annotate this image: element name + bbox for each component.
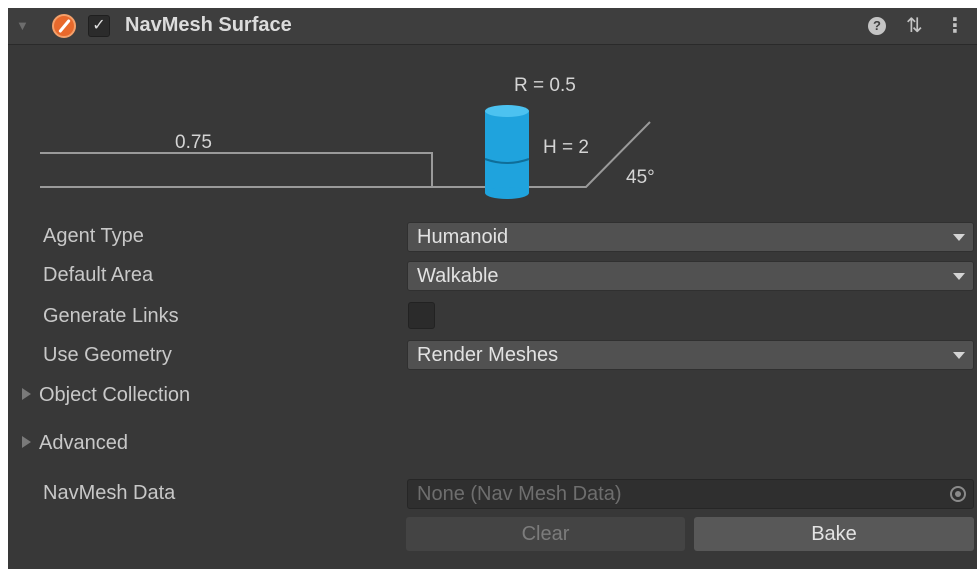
navmesh-data-value: None (Nav Mesh Data)	[417, 483, 622, 505]
advanced-label: Advanced	[39, 432, 128, 454]
use-geometry-label: Use Geometry	[43, 344, 172, 366]
dropdown-arrow-icon	[953, 273, 965, 280]
agent-cylinder-top	[485, 105, 529, 117]
slope-label: 45°	[626, 167, 655, 188]
clear-button[interactable]: Clear	[406, 517, 685, 551]
foldout-arrow-icon	[22, 436, 31, 448]
agent-cylinder	[485, 111, 529, 193]
default-area-value: Walkable	[417, 265, 499, 287]
advanced-foldout[interactable]: Advanced	[22, 432, 128, 455]
help-icon[interactable]: ?	[868, 17, 886, 35]
foldout-arrow-icon	[22, 388, 31, 400]
navmesh-surface-inspector: ▼ ✓ NavMesh Surface ? ⇅ ⋮ 0.75 R = 0.5 H…	[8, 8, 977, 569]
navmesh-data-label: NavMesh Data	[43, 482, 176, 504]
default-area-label: Default Area	[43, 264, 154, 286]
navmesh-surface-icon	[52, 14, 76, 38]
agent-type-label: Agent Type	[43, 225, 144, 247]
object-collection-foldout[interactable]: Object Collection	[22, 384, 190, 407]
component-enabled-checkbox[interactable]: ✓	[88, 15, 110, 37]
object-picker-icon[interactable]	[950, 486, 966, 502]
component-header[interactable]: ▼ ✓ NavMesh Surface ? ⇅ ⋮	[8, 8, 977, 45]
object-collection-label: Object Collection	[39, 384, 191, 406]
use-geometry-dropdown[interactable]: Render Meshes	[407, 340, 974, 370]
radius-label: R = 0.5	[514, 75, 576, 96]
collapse-arrow-icon[interactable]: ▼	[16, 18, 29, 33]
dropdown-arrow-icon	[953, 352, 965, 359]
agent-type-dropdown[interactable]: Humanoid	[407, 222, 974, 252]
generate-links-checkbox[interactable]	[408, 302, 435, 329]
step-height-label: 0.75	[175, 132, 212, 153]
dropdown-arrow-icon	[953, 234, 965, 241]
agent-diagram-svg: 0.75 R = 0.5 H = 2 45°	[40, 75, 655, 199]
navmesh-data-field[interactable]: None (Nav Mesh Data)	[407, 479, 974, 509]
default-area-dropdown[interactable]: Walkable	[407, 261, 974, 291]
context-menu-icon[interactable]: ⋮	[945, 13, 965, 38]
agent-cylinder-bottom	[485, 187, 529, 199]
height-label: H = 2	[543, 137, 589, 158]
use-geometry-value: Render Meshes	[417, 344, 559, 366]
presets-icon[interactable]: ⇅	[906, 13, 923, 38]
bake-button[interactable]: Bake	[694, 517, 974, 551]
generate-links-label: Generate Links	[43, 305, 179, 327]
agent-type-value: Humanoid	[417, 226, 509, 248]
agent-settings-diagram: 0.75 R = 0.5 H = 2 45°	[8, 46, 977, 206]
component-title: NavMesh Surface	[125, 14, 292, 36]
cropped-heading-strip	[0, 0, 977, 8]
